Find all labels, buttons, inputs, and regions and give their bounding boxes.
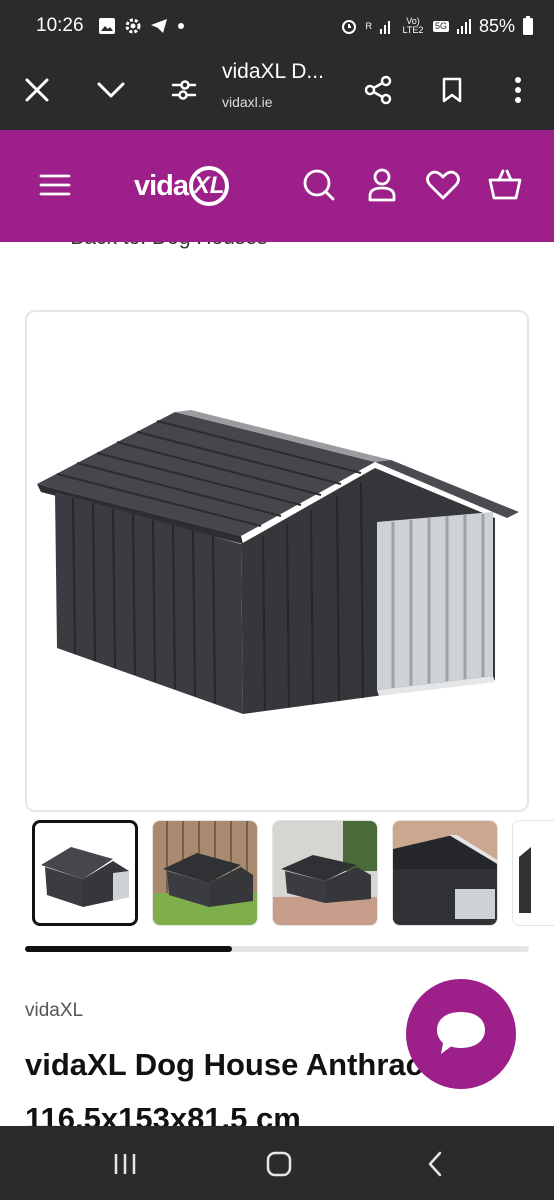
dot-icon — [177, 23, 184, 29]
thumbnail-5-image — [513, 821, 554, 925]
bookmark-button[interactable] — [428, 66, 476, 114]
menu-button[interactable] — [30, 160, 80, 210]
signal-r-label: R — [365, 20, 372, 31]
search-button[interactable] — [294, 160, 344, 210]
battery-icon — [523, 16, 533, 35]
vidaxl-logo[interactable]: vida XL — [134, 166, 230, 206]
telegram-icon — [150, 19, 167, 33]
tune-icon — [171, 80, 197, 100]
fiveg-label: 5G — [432, 20, 449, 32]
chat-bubble-icon — [437, 1012, 485, 1054]
product-main-image[interactable] — [25, 310, 529, 812]
account-button[interactable] — [357, 160, 407, 210]
basket-icon — [488, 169, 522, 200]
thumbnail-1[interactable] — [32, 820, 138, 926]
search-icon — [303, 169, 335, 201]
cart-button[interactable] — [480, 160, 530, 210]
back-button[interactable] — [410, 1144, 460, 1184]
share-button[interactable] — [354, 66, 402, 114]
wishlist-button[interactable] — [418, 160, 468, 210]
battery-percent: 85% — [478, 15, 515, 36]
hamburger-icon — [39, 174, 71, 196]
gallery-icon — [98, 18, 115, 34]
thumbnail-4-image — [393, 821, 497, 925]
thumbnail-4[interactable] — [392, 820, 498, 926]
thumbnail-2-image — [153, 821, 257, 925]
user-icon — [368, 168, 396, 202]
product-brand[interactable]: vidaXL — [25, 1000, 83, 1022]
site-settings-button[interactable] — [160, 66, 208, 114]
thumbnail-5[interactable] — [512, 820, 554, 926]
status-system-icons: R Vo) LTE2 5G 85% — [340, 16, 534, 37]
status-bar: 10:26 R Vo) LTE2 5G 85% — [0, 0, 554, 52]
thumbnail-strip[interactable] — [32, 820, 554, 928]
status-notification-icons — [98, 17, 186, 35]
site-header: vida XL — [0, 130, 554, 242]
recent-apps-icon — [114, 1154, 136, 1174]
chevron-down-icon — [97, 82, 125, 98]
gallery-scroll-indicator-fill — [25, 946, 232, 952]
page-host[interactable]: vidaxl.ie — [222, 94, 273, 110]
chat-button[interactable] — [406, 979, 516, 1089]
gallery-scroll-indicator — [25, 946, 529, 952]
alarm-icon — [342, 20, 357, 34]
logo-text: vida — [134, 169, 189, 202]
browser-toolbar: vidaXL D... vidaxl.ie — [0, 52, 554, 130]
home-icon — [266, 1151, 292, 1177]
share-icon — [364, 75, 392, 105]
lte-label: Vo) LTE2 — [402, 16, 424, 35]
thumbnail-3[interactable] — [272, 820, 378, 926]
signal-bars-icon — [379, 21, 390, 34]
back-icon — [428, 1151, 442, 1177]
close-tab-button[interactable] — [13, 66, 61, 114]
more-options-button[interactable] — [494, 66, 542, 114]
logo-badge: XL — [189, 166, 230, 206]
home-button[interactable] — [254, 1144, 304, 1184]
status-time: 10:26 — [36, 15, 84, 36]
thumbnail-2[interactable] — [152, 820, 258, 926]
recent-apps-button[interactable] — [100, 1144, 150, 1184]
android-nav-bar — [0, 1126, 554, 1200]
bookmark-icon — [442, 77, 462, 103]
dog-house-image — [37, 410, 519, 714]
close-icon — [25, 78, 49, 102]
collapse-button[interactable] — [87, 66, 135, 114]
more-vertical-icon — [515, 77, 521, 103]
thumbnail-1-image — [41, 847, 129, 907]
heart-icon — [426, 170, 460, 200]
thumbnail-3-image — [273, 821, 377, 925]
signal-bars-2-icon — [456, 19, 471, 34]
page-title[interactable]: vidaXL D... — [222, 60, 324, 84]
settings-icon — [125, 18, 141, 34]
